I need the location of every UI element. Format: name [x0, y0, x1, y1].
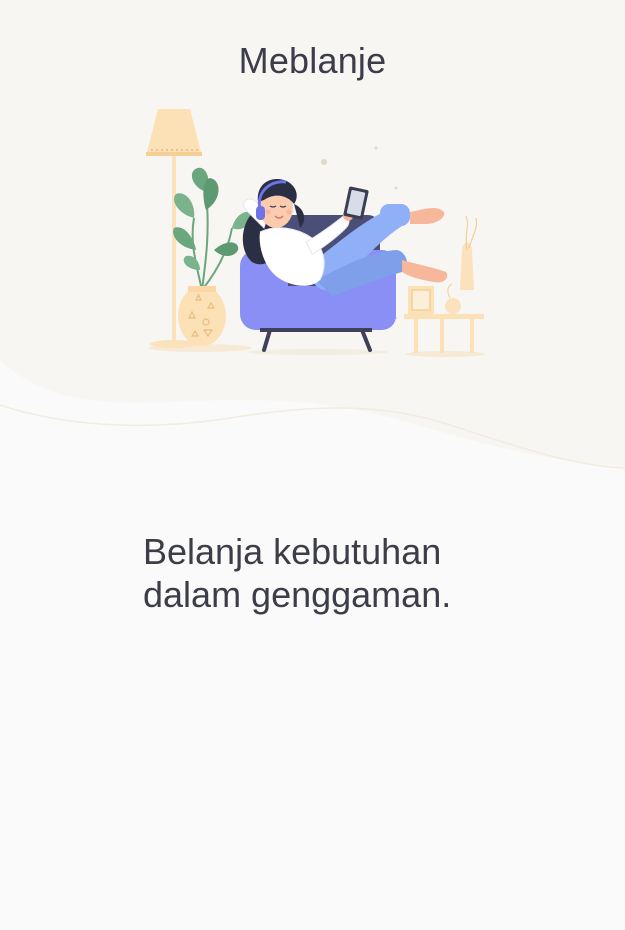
- app-title: Meblanje: [238, 40, 387, 81]
- tagline-line-2: dalam genggaman.: [143, 574, 452, 615]
- potted-plant: [173, 167, 252, 346]
- tagline-line-1: Belanja kebutuhan: [143, 531, 442, 572]
- onboarding-screen: Meblanje Belanja kebutuhan dalam genggam…: [0, 0, 625, 930]
- onboarding-tagline: Belanja kebutuhan dalam genggaman.: [143, 530, 563, 616]
- side-table: [404, 215, 484, 353]
- woman-reading-on-armchair-illustration: [146, 109, 485, 357]
